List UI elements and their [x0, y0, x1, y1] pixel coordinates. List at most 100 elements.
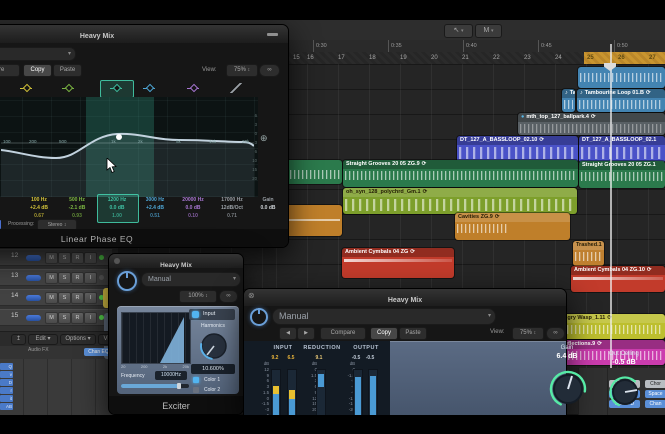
record-button[interactable]: R [71, 292, 84, 304]
eq-band-values[interactable]: 1200 Hz0.0 dB1.00 [99, 196, 135, 220]
region-ambient-cymbals-1[interactable]: Ambient Cymbals 04 ZG⟳ [342, 248, 454, 278]
input-monitor-button[interactable]: I [84, 292, 97, 304]
exciter-frequency-graph[interactable] [121, 312, 191, 364]
region-straight-grooves-1[interactable]: Straight Grooves 20 05 ZG.9⟳ [343, 160, 578, 187]
record-button[interactable]: R [71, 272, 84, 284]
pointer-tool-button[interactable]: ↖ ▾ [444, 24, 473, 38]
record-button[interactable]: R [71, 252, 84, 264]
region-straight-grooves-2[interactable]: Straight Grooves 20 05 ZG.1 [579, 161, 665, 188]
mute-button[interactable]: M [45, 252, 58, 264]
slider-handle[interactable] [177, 383, 181, 389]
limiter-paste-button[interactable]: Paste [399, 327, 427, 340]
ruler-bar[interactable]: 15 [293, 52, 300, 64]
options-menu-button[interactable]: Options ▾ [60, 334, 96, 345]
track-row[interactable]: 12 MSRI [0, 249, 112, 266]
region-tambourine-loop[interactable]: ♪Tambourine Loop 01.B⟳ [577, 89, 665, 112]
exciter-titlebar[interactable]: Heavy Mix [109, 254, 243, 268]
ruler-bar[interactable]: 26 [618, 52, 625, 64]
insert-slot-stack[interactable]: Q v D r it AB [0, 363, 13, 411]
mute-button[interactable]: M [45, 292, 58, 304]
region-orange-left[interactable] [284, 205, 342, 236]
mute-button[interactable]: M [45, 272, 58, 284]
limiter-compare-button[interactable]: Compare [320, 327, 366, 340]
midi-in-button[interactable]: ↥ [11, 334, 26, 345]
color2-led[interactable] [193, 387, 199, 393]
exciter-frequency-slider[interactable] [121, 384, 189, 388]
eq-master-gain[interactable]: Gain0.0 dB [251, 196, 285, 212]
limiter-view-value[interactable]: 75% ↕ [512, 327, 544, 340]
eq-band-icon[interactable] [143, 83, 155, 93]
ruler-bar[interactable]: 25 [587, 52, 594, 64]
ruler-bar[interactable]: 17 [338, 52, 345, 64]
exciter-frequency-value[interactable]: 10000Hz [155, 371, 187, 380]
insert-slot[interactable]: Chan [645, 400, 665, 408]
ruler-bar[interactable]: 20 [431, 52, 438, 64]
exciter-percent-box[interactable]: 100% ↕ [179, 290, 217, 303]
region-ballpark[interactable]: ●mth_top_127_ballpark.4⟳ [518, 113, 665, 135]
channel-strip-header[interactable]: Chor [645, 380, 665, 388]
eq-band-icon[interactable] [20, 83, 32, 93]
limiter-titlebar[interactable]: Heavy Mix ⊗ [244, 289, 566, 306]
region-tambourine-small[interactable]: ♪Ta [562, 89, 575, 112]
command-click-tool-button[interactable]: M ▾ [475, 24, 502, 38]
edit-menu-button[interactable]: Edit ▾ [28, 334, 58, 345]
record-button[interactable]: R [71, 312, 84, 324]
region-straight-grooves-left[interactable] [284, 160, 342, 184]
limiter-preset-dropdown[interactable]: Manual▾ [272, 308, 496, 325]
ruler-bar[interactable]: 22 [493, 52, 500, 64]
minimize-icon[interactable] [267, 33, 278, 36]
eq-band-icon[interactable] [110, 83, 122, 93]
ruler-bar[interactable]: 27 [649, 52, 656, 64]
eq-paste-button[interactable]: Paste [53, 64, 82, 77]
input-monitor-button[interactable]: I [84, 272, 97, 284]
input-monitor-button[interactable]: I [84, 252, 97, 264]
ruler-bar[interactable]: 18 [369, 52, 376, 64]
eq-band-values[interactable]: 500 Hz-2.1 dB0.93 [59, 196, 95, 220]
eq-compare-button[interactable]: Compare [0, 64, 20, 77]
next-preset-button[interactable]: ▶ [297, 327, 315, 340]
track-row[interactable]: 15 MSRI [0, 309, 112, 326]
power-button[interactable] [117, 271, 137, 291]
limiter-copy-button[interactable]: Copy [370, 327, 398, 340]
exciter-input-toggle[interactable]: Input [189, 309, 235, 320]
ruler-bar[interactable]: 16 [307, 52, 314, 64]
region-bassloop-1[interactable]: DT_127_A_BASSLOOP_02.10⟳ [457, 136, 578, 163]
gain-knob[interactable] [548, 369, 588, 409]
region-cavities[interactable]: Cavities ZG.9⟳ [455, 213, 570, 240]
close-icon[interactable] [114, 258, 120, 264]
eq-curve[interactable] [1, 97, 254, 197]
eq-highcut-icon[interactable] [230, 83, 242, 93]
eq-band-icon[interactable] [62, 83, 74, 93]
track-row[interactable]: 14 MSRI [0, 289, 112, 306]
input-monitor-button[interactable]: I [84, 312, 97, 324]
ruler-bar[interactable]: 23 [524, 52, 531, 64]
out-ceiling-knob[interactable] [608, 375, 642, 409]
eq-titlebar[interactable]: Heavy Mix [0, 25, 288, 43]
region-audio[interactable] [578, 67, 665, 88]
eq-band-values[interactable]: 17000 Hz12dB/Oct0.71 [213, 196, 251, 220]
solo-button[interactable]: S [58, 292, 71, 304]
region-ambient-cymbals-2[interactable]: Ambient Cymbals 04 ZG.10⟳ [571, 266, 665, 292]
eq-side-slot[interactable] [0, 220, 1, 229]
exciter-preset-dropdown[interactable]: Manual▾ [141, 272, 241, 287]
region-bassloop-2[interactable]: DT_127_A_BASSLOOP_02.1 [579, 136, 665, 163]
region-trashed[interactable]: Trashed.1 [573, 241, 604, 266]
exciter-color2-label[interactable]: Color 2 [204, 387, 220, 393]
eq-band-values[interactable]: 20000 Hz0.0 dB0.10 [175, 196, 211, 220]
link-icon[interactable]: ∞ [259, 64, 280, 77]
playhead-line[interactable] [610, 44, 612, 370]
ruler-bar[interactable]: 24 [555, 52, 562, 64]
eq-band-values[interactable]: 3000 Hz+2.4 dB0.51 [137, 196, 173, 220]
color1-led[interactable] [193, 377, 199, 383]
ruler-bar[interactable]: 21 [462, 52, 469, 64]
eq-view-value[interactable]: 75% ↕ [226, 64, 258, 77]
exciter-harmonics-value[interactable]: 10.600% [191, 364, 235, 374]
solo-button[interactable]: S [58, 272, 71, 284]
eq-copy-button[interactable]: Copy [23, 64, 52, 77]
link-icon[interactable]: ∞ [546, 327, 565, 340]
track-row[interactable]: 13 MSRI [0, 269, 112, 286]
insert-slot[interactable]: Space [645, 390, 665, 398]
eq-preset-dropdown[interactable]: ▾ [0, 47, 76, 61]
close-icon[interactable]: ⊗ [248, 291, 255, 300]
exciter-color1-label[interactable]: Color 1 [204, 377, 220, 383]
